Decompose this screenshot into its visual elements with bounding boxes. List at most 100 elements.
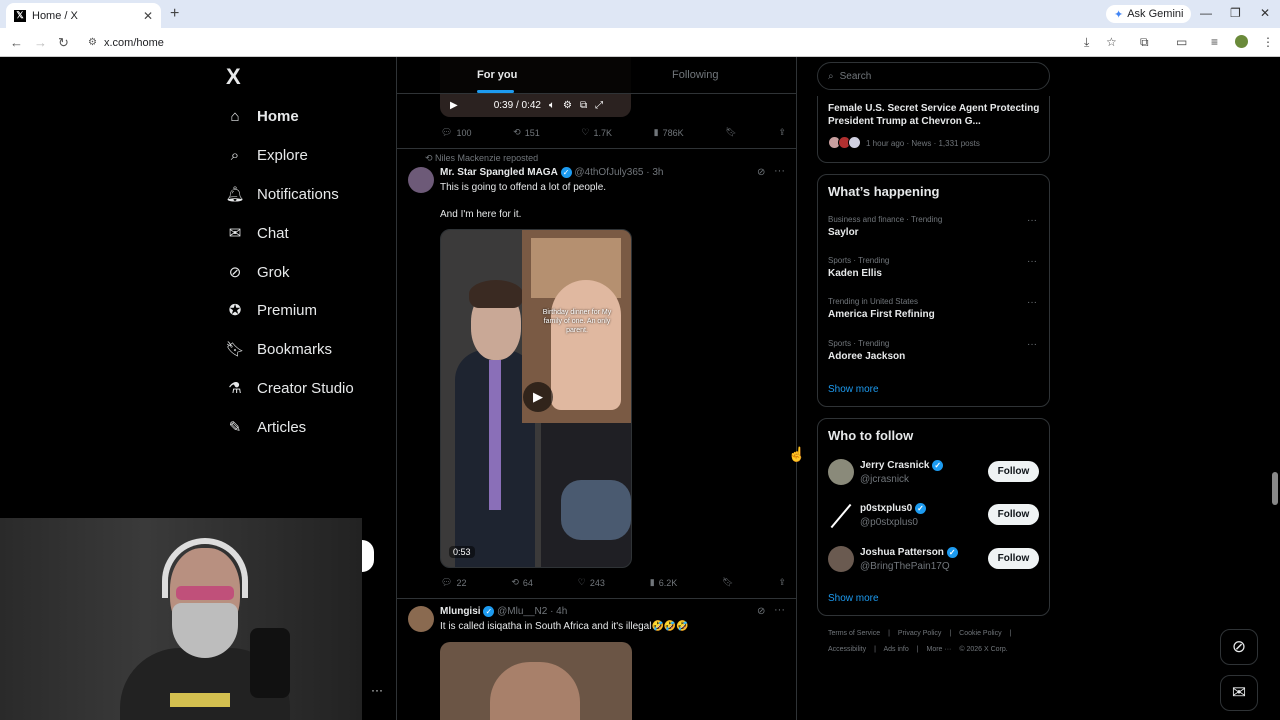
more-icon[interactable]: ··· [1027, 297, 1037, 308]
more-icon[interactable]: ··· [1027, 256, 1037, 267]
reposted-by[interactable]: Niles Mackenzie reposted [435, 153, 538, 163]
ads-info-link[interactable]: Ads info [883, 646, 908, 653]
volume-icon[interactable]: 🔈︎ [549, 100, 555, 111]
user-name[interactable]: Jerry Crasnick ✓ [860, 460, 944, 471]
back-icon[interactable]: ← [10, 35, 23, 50]
like-button[interactable]: ♡ 243 [578, 577, 605, 588]
nav-bookmarks[interactable]: 🔖︎ Bookmarks [225, 334, 332, 364]
nav-premium[interactable]: ✪ Premium [226, 295, 317, 325]
browser-menu-icon[interactable]: ⋮ [1262, 35, 1274, 49]
forward-icon[interactable]: → [34, 35, 47, 50]
page-scrollbar[interactable] [1270, 57, 1280, 720]
like-button[interactable]: ♡ 1.7K [581, 127, 612, 138]
author-handle[interactable]: @4thOfJuly365 [574, 167, 643, 178]
terms-link[interactable]: Terms of Service [828, 630, 880, 637]
scrollbar-thumb[interactable] [1272, 472, 1278, 505]
share-icon[interactable]: ⇪ [778, 127, 786, 138]
avatar[interactable] [408, 167, 434, 193]
show-more-link[interactable]: Show more [828, 384, 879, 395]
repost-button[interactable]: ⟲ 151 [513, 127, 540, 138]
split-view-icon[interactable]: ▭ [1176, 35, 1187, 49]
trend-name[interactable]: Adoree Jackson [828, 351, 905, 362]
bookmark-button[interactable]: 🔖︎ [722, 577, 733, 588]
repost-icon: ⟲ [425, 153, 436, 163]
more-icon[interactable]: ··· [1027, 215, 1037, 226]
grok-icon[interactable]: ⊘ [757, 167, 765, 178]
play-icon[interactable]: ▶ [450, 100, 458, 111]
user-name[interactable]: Joshua Patterson ✓ [860, 547, 958, 558]
tab-for-you[interactable]: For you [477, 69, 517, 81]
author-handle[interactable]: @Mlu__N2 [497, 606, 547, 617]
more-icon[interactable]: ··· [774, 604, 785, 616]
reload-icon[interactable]: ↻ [58, 35, 69, 51]
minimize-icon[interactable]: — [1200, 6, 1212, 20]
nav-grok[interactable]: ⊘ Grok [226, 257, 290, 287]
more-icon[interactable]: ··· [774, 165, 785, 177]
avatar[interactable] [828, 546, 854, 572]
extensions-icon[interactable]: ⧉ [1140, 35, 1149, 50]
follow-button[interactable]: Follow [988, 504, 1039, 525]
trend-name[interactable]: Kaden Ellis [828, 268, 882, 279]
author-name[interactable]: Mlungisi [440, 606, 481, 617]
carousel-handle[interactable] [362, 540, 374, 572]
views-button[interactable]: ▮ 786K [654, 127, 684, 138]
messages-fab-button[interactable]: ✉ [1220, 675, 1258, 711]
ask-gemini-button[interactable]: ✦ Ask Gemini [1106, 5, 1192, 23]
restore-icon[interactable]: ❐ [1230, 6, 1241, 20]
post-time[interactable]: · 4h [550, 606, 567, 617]
reply-button[interactable]: 💬︎ 100 [441, 127, 471, 138]
timeline[interactable]: ▶ 0:39 / 0:42 🔈︎ ⚙ ⧉ ⤢ For you Following… [396, 57, 797, 720]
post-media[interactable] [440, 642, 632, 720]
profile-avatar[interactable] [1235, 35, 1248, 48]
author-name[interactable]: Mr. Star Spangled MAGA [440, 167, 558, 178]
nav-notifications[interactable]: 🔔︎ Notifications [225, 179, 338, 209]
url-field[interactable]: ⚙ x.com/home [82, 32, 1087, 53]
cookie-link[interactable]: Cookie Policy [959, 630, 1001, 637]
settings-icon[interactable]: ⚙ [563, 100, 572, 111]
close-tab-icon[interactable]: ✕ [143, 9, 153, 23]
pip-icon[interactable]: ⧉ [580, 100, 587, 111]
media-icon[interactable]: ≡ [1211, 35, 1218, 49]
search-input[interactable]: ⌕ Search [817, 62, 1050, 90]
trend-name[interactable]: Saylor [828, 227, 859, 238]
close-window-icon[interactable]: ✕ [1260, 6, 1270, 20]
follow-button[interactable]: Follow [988, 548, 1039, 569]
bookmark-star-icon[interactable]: ☆ [1106, 35, 1117, 49]
post-time[interactable]: · 3h [646, 167, 663, 178]
site-info-icon[interactable]: ⚙ [88, 37, 97, 48]
follow-button[interactable]: Follow [988, 461, 1039, 482]
repost-button[interactable]: ⟲ 64 [511, 577, 533, 588]
views-button[interactable]: ▮ 6.2K [650, 577, 677, 588]
nav-home[interactable]: ⌂ Home [226, 101, 298, 131]
browser-tab[interactable]: 𝕏 Home / X ✕ [6, 3, 161, 28]
grok-fab-button[interactable]: ⊘ [1220, 629, 1258, 665]
news-card[interactable]: Female U.S. Secret Service Agent Protect… [817, 96, 1050, 163]
fullscreen-icon[interactable]: ⤢ [595, 100, 603, 111]
bookmark-button[interactable]: 🔖︎ [725, 127, 736, 138]
accessibility-link[interactable]: Accessibility [828, 646, 866, 653]
play-button[interactable]: ▶ [523, 382, 553, 412]
avatar[interactable] [828, 503, 854, 529]
privacy-link[interactable]: Privacy Policy [898, 630, 942, 637]
nav-premium-label: Premium [257, 301, 318, 319]
nav-chat[interactable]: ✉ Chat [226, 218, 289, 248]
grok-icon[interactable]: ⊘ [757, 606, 765, 617]
x-logo[interactable]: X [226, 64, 241, 90]
install-icon[interactable]: ⤓ [1084, 35, 1089, 50]
more-link[interactable]: More ··· [927, 646, 952, 653]
show-more-link[interactable]: Show more [828, 593, 879, 604]
more-icon[interactable]: ··· [1027, 339, 1037, 350]
avatar[interactable] [828, 459, 854, 485]
user-name[interactable]: p0stxplus0 ✓ [860, 503, 927, 514]
trend-name[interactable]: America First Refining [828, 309, 935, 320]
new-tab-icon[interactable]: + [170, 5, 179, 23]
avatar[interactable] [408, 606, 434, 632]
reply-button[interactable]: 💬︎ 22 [441, 577, 466, 588]
more-icon[interactable]: ··· [371, 683, 383, 697]
post-video[interactable]: Birthday dinner for My family of one. An… [440, 229, 632, 568]
nav-explore[interactable]: ⌕ Explore [226, 140, 308, 170]
share-icon[interactable]: ⇪ [778, 577, 786, 588]
tab-following[interactable]: Following [672, 69, 718, 81]
nav-creator-studio[interactable]: ⚗ Creator Studio [226, 373, 353, 403]
nav-articles[interactable]: ✎ Articles [226, 412, 306, 442]
